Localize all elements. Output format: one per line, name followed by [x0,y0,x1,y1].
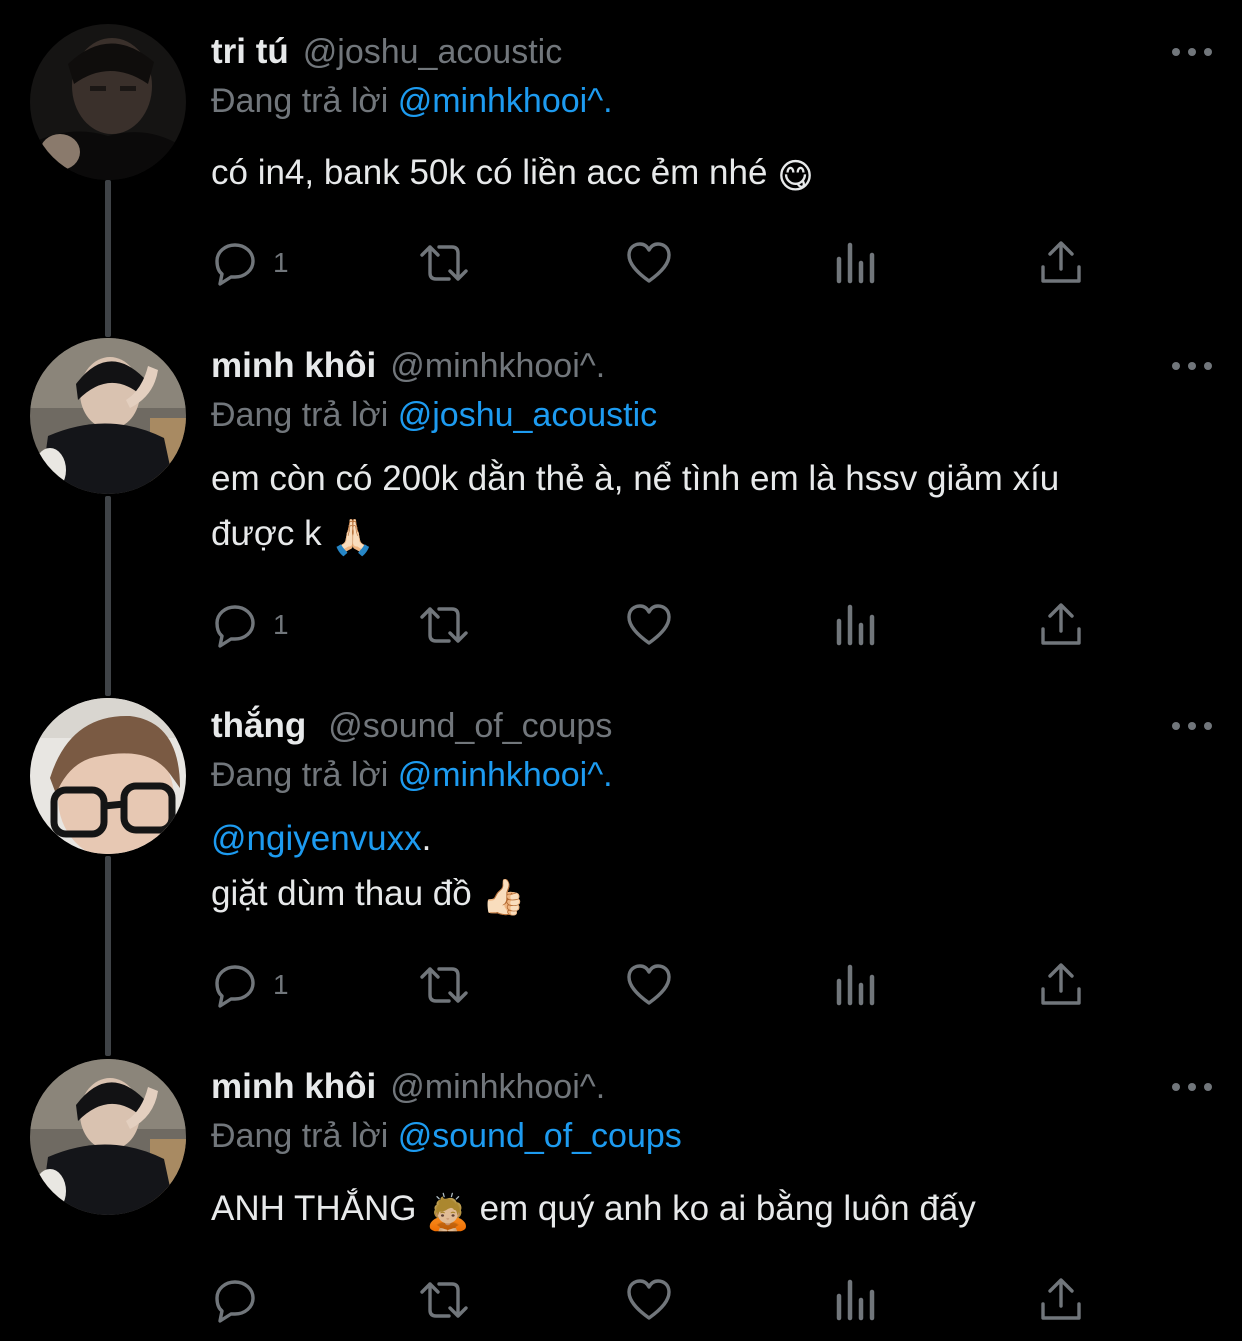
heart-icon [627,242,671,283]
retweet-icon [420,1282,468,1318]
emoji: 👍🏻 [481,878,526,917]
reply-button[interactable]: 1 [211,238,289,288]
username[interactable]: @joshu_acoustic [303,33,562,72]
display-name[interactable]: minh khôi [211,346,376,386]
views-icon [836,604,875,646]
replying-to: Đang trả lời @minhkhooi^. [211,756,613,794]
reply-icon [215,243,255,286]
emoji: 🙇🏼 [426,1193,470,1232]
action-bar [211,1275,1091,1325]
share-icon [1041,241,1081,283]
tweet-text: em còn có 200k dằn thẻ à, nể tình em là … [211,451,1201,565]
tweet-text: @ngiyenvuxx. giặt dùm thau đồ 👍🏻 [211,811,1201,925]
retweet-icon [420,607,468,643]
display-name[interactable]: thắng [211,706,306,746]
retweet-button[interactable] [416,600,472,650]
share-icon [1041,1278,1081,1320]
share-button[interactable] [1037,238,1085,288]
replying-to-mention[interactable]: @minhkhooi^. [398,82,613,120]
action-bar: 1 [211,238,1091,288]
emoji: 🙏🏻 [331,518,375,557]
reply-count: 1 [273,247,289,278]
reply-button[interactable] [211,1275,273,1325]
replying-to-mention[interactable]: @joshu_acoustic [398,396,657,434]
more-icon[interactable] [1172,718,1212,734]
like-button[interactable] [625,238,673,288]
retweet-icon [420,245,468,281]
tweet-text: ANH THẮNG 🙇🏼 em quý anh ko ai bằng luôn … [211,1181,1201,1240]
tweet[interactable]: minh khôi @minhkhooi^. Đang trả lời @sou… [0,1059,1242,1341]
display-name[interactable]: tri tú [211,32,289,72]
replying-to: Đang trả lời @sound_of_coups [211,1117,682,1155]
heart-icon [627,604,671,645]
views-button[interactable] [833,600,877,650]
heart-icon [627,964,671,1005]
avatar[interactable] [30,338,186,494]
reply-count: 1 [273,969,289,1000]
heart-icon [627,1279,671,1320]
avatar[interactable] [30,698,186,854]
share-button[interactable] [1037,600,1085,650]
views-button[interactable] [833,1275,877,1325]
views-icon [836,1279,875,1321]
reply-count: 1 [273,609,289,640]
views-icon [836,964,875,1006]
replying-to: Đang trả lời @joshu_acoustic [211,396,658,434]
views-button[interactable] [833,960,877,1010]
reply-button[interactable]: 1 [211,600,289,650]
reply-button[interactable]: 1 [211,960,289,1010]
share-button[interactable] [1037,1275,1085,1325]
retweet-icon [420,967,468,1003]
share-icon [1041,963,1081,1005]
display-name[interactable]: minh khôi [211,1067,376,1107]
username[interactable]: @minhkhooi^. [390,1068,605,1107]
tweet[interactable]: minh khôi @minhkhooi^. Đang trả lời @jos… [0,338,1242,678]
like-button[interactable] [625,1275,673,1325]
share-button[interactable] [1037,960,1085,1010]
reply-icon [215,605,255,648]
avatar[interactable] [30,1059,186,1215]
views-icon [836,242,875,284]
username[interactable]: @sound_of_coups [328,707,612,746]
mention-link[interactable]: @ngiyenvuxx [211,819,422,858]
emoji: 😋 [777,157,814,196]
more-icon[interactable] [1172,358,1212,374]
replying-to-mention[interactable]: @minhkhooi^. [398,756,613,794]
like-button[interactable] [625,600,673,650]
more-icon[interactable] [1172,44,1212,60]
tweet[interactable]: tri tú @joshu_acoustic Đang trả lời @min… [0,24,1242,314]
tweet[interactable]: thắng @sound_of_coups Đang trả lời @minh… [0,698,1242,1038]
retweet-button[interactable] [416,238,472,288]
avatar[interactable] [30,24,186,180]
replying-to-mention[interactable]: @sound_of_coups [398,1117,682,1155]
views-button[interactable] [833,238,877,288]
share-icon [1041,603,1081,645]
action-bar: 1 [211,960,1091,1010]
more-icon[interactable] [1172,1079,1212,1095]
username[interactable]: @minhkhooi^. [390,347,605,386]
like-button[interactable] [625,960,673,1010]
tweet-text: có in4, bank 50k có liền acc ẻm nhé 😋 [211,145,1201,204]
retweet-button[interactable] [416,1275,472,1325]
action-bar: 1 [211,600,1091,650]
replying-to: Đang trả lời @minhkhooi^. [211,82,613,120]
reply-icon [215,1280,255,1323]
retweet-button[interactable] [416,960,472,1010]
reply-icon [215,965,255,1008]
